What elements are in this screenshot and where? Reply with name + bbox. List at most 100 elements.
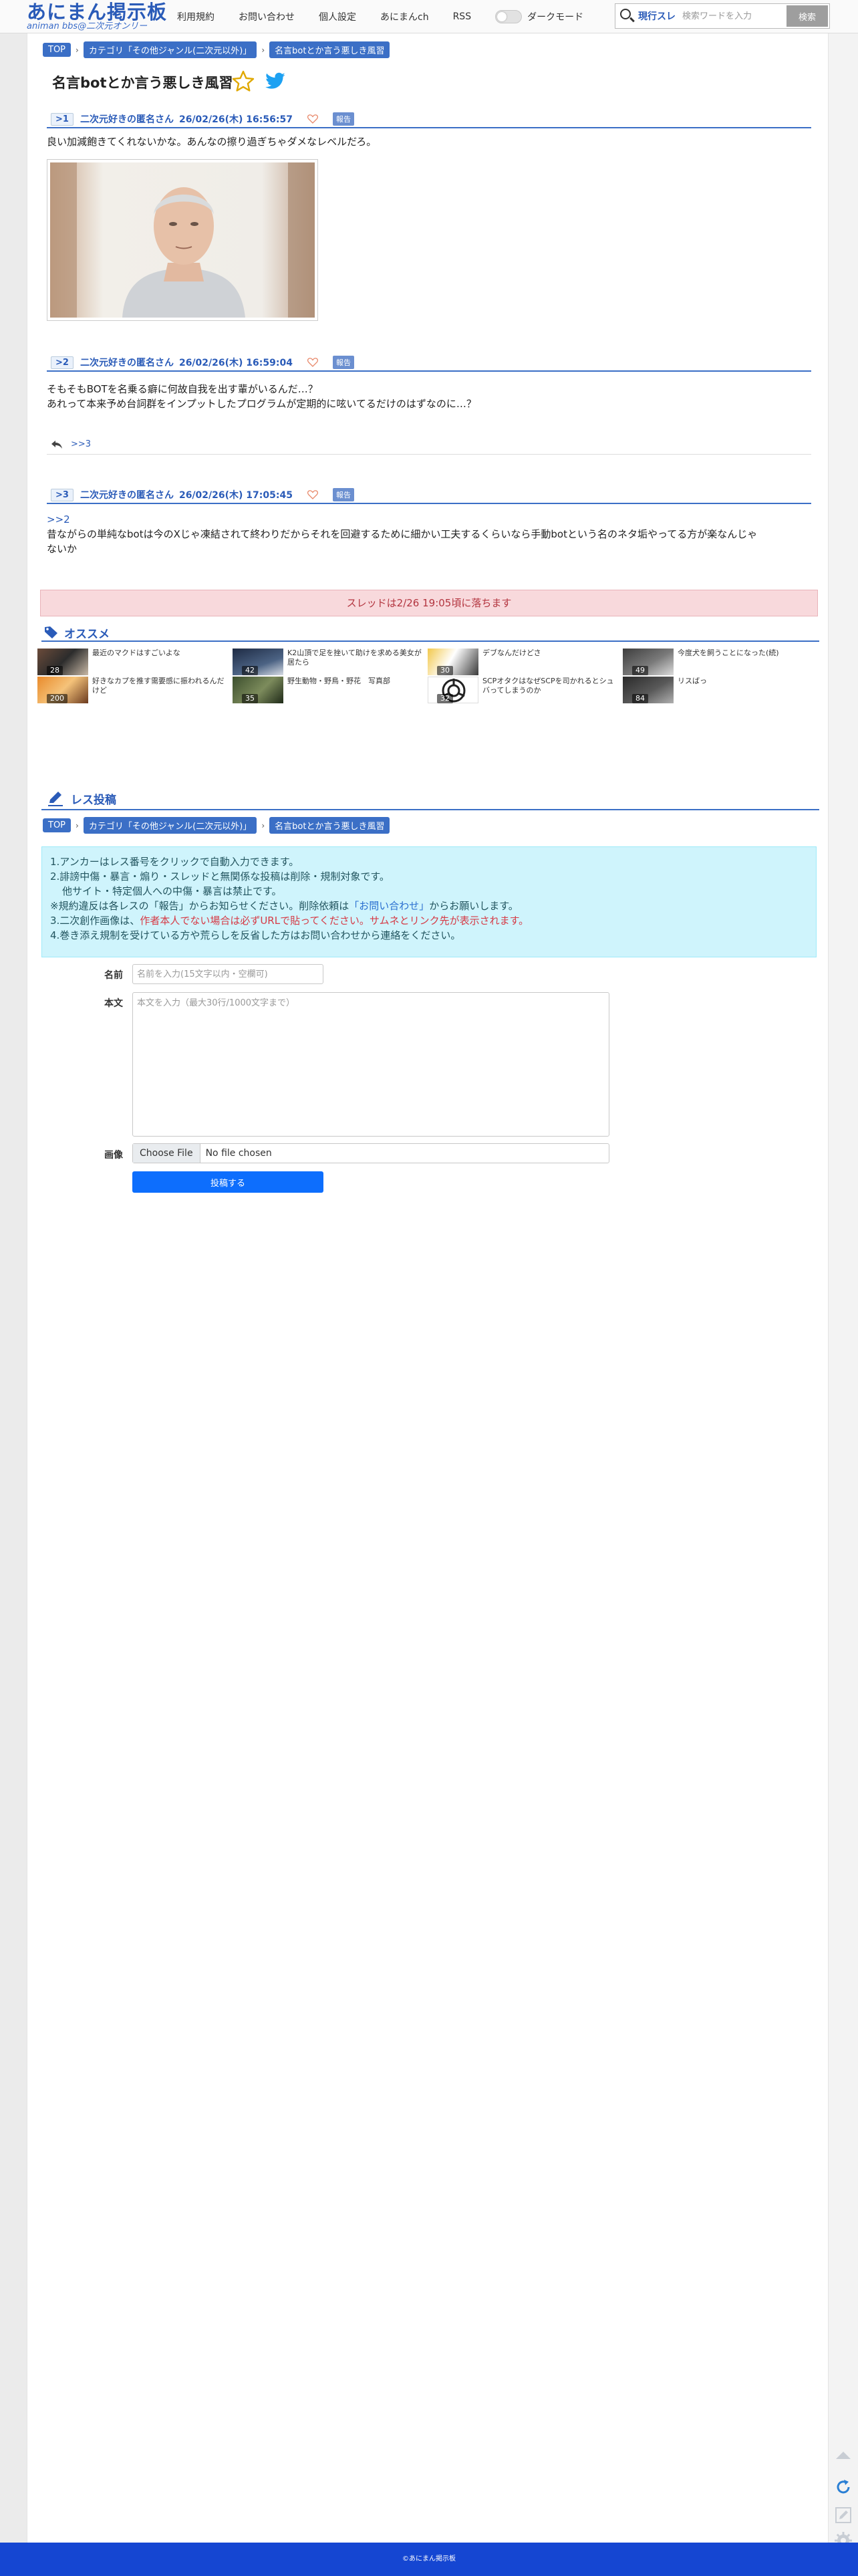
post-text-line: 昔ながらの単純なbotは今のXじゃ凍結されて終わりだからそれを回避するために細か… [47,528,758,540]
comment-count: 42 [242,666,258,675]
posting-rules: 1.アンカーはレス番号をクリックで自動入力できます。 2.誹謗中傷・暴言・煽り・… [41,846,817,957]
search-button[interactable]: 検索 [786,5,828,27]
reload-button[interactable] [830,2474,857,2500]
reply-arrow-icon [51,440,62,449]
comment-count: 32 [437,694,453,703]
rule-text: からお願いします。 [429,900,519,912]
nav-terms[interactable]: 利用規約 [177,10,214,23]
edit-icon [835,2507,851,2523]
recommend-item[interactable]: 32 SCPオタクはなぜSCPを司かれるとシュバってしまうのか [428,677,621,703]
search-input[interactable] [682,6,782,26]
recommend-title-text: 最近のマクドはすごいよな [92,649,180,657]
twitter-share-icon[interactable] [265,72,286,91]
reply-anchor-link[interactable]: >>2 [47,512,757,527]
post-number[interactable]: >3 [51,488,74,501]
rule-line: 4.巻き添え規制を受けている方や荒らしを反省した方はお問い合わせから連絡をくださ… [50,929,461,941]
report-button[interactable]: 報告 [332,112,354,126]
name-field[interactable] [132,964,323,984]
comment-count: 84 [632,694,648,703]
post-body-1: 良い加減飽きてくれないかな。あんなの擦り過ぎちゃダメなレベルだろ。 [47,134,376,149]
post-date: 26/02/26(木) 16:56:57 [178,114,293,125]
name-label: 名前 [104,970,123,981]
recommend-title-text: K2山頂で足を挫いて助けを求める美女が居たら [287,649,422,667]
post-body-2: そもそもBOTを名乗る癖に何故自我を出す輩がいるんだ…？ あれって本来予め台詞群… [47,382,476,411]
post-body-3: >>2 昔ながらの単純なbotは今のXじゃ凍結されて終わりだからそれを回避するた… [47,512,757,556]
recommend-thumbnail [623,677,674,703]
post-text-line: ないか [47,543,78,555]
rule-line: 2.誹謗中傷・暴言・煽り・スレッドと無関係な投稿は削除・規制対象です。 [50,870,390,883]
recommend-item[interactable]: 28 最近のマクドはすごいよな [37,649,231,675]
report-button[interactable]: 報告 [332,488,354,501]
body-textarea[interactable] [132,992,609,1137]
post-number[interactable]: >2 [51,356,74,369]
thread-expire-notice: スレッドは2/26 19:05頃に落ちます [40,590,818,616]
breadcrumb-category[interactable]: カテゴリ「その他ジャンル(二次元以外)」 [83,817,257,834]
logo-main-text: あにまん掲示板 [27,1,168,23]
submit-post-button[interactable]: 投稿する [132,1171,323,1193]
post-date: 26/02/26(木) 16:59:04 [178,358,293,368]
report-button[interactable]: 報告 [332,356,354,369]
toggle-knob [497,12,507,21]
recommend-title-text: SCPオタクはなぜSCPを司かれるとシュバってしまうのか [482,677,614,695]
recommend-thumbnail [623,649,674,675]
comment-count: 30 [437,666,453,675]
post-header-3: >3 二次元好きの匿名さん 26/02/26(木) 17:05:45 報告 [47,487,811,504]
heart-icon[interactable] [307,114,318,124]
contact-link[interactable]: 「お問い合わせ」 [349,900,429,912]
nav-settings[interactable]: 個人設定 [319,10,356,23]
image-file-input[interactable]: Choose File No file chosen [132,1143,609,1163]
recommend-item[interactable]: 35 野生動物・野鳥・野花 写真部 [233,677,426,703]
post-text-line: あれって本来予め台詞群をインプットしたプログラムが定期的に呟いてるだけのはずなの… [47,398,476,410]
nav-rss[interactable]: RSS [453,11,472,22]
reply-form-title: レス投稿 [71,793,116,807]
dark-mode-toggle[interactable] [495,10,523,23]
recommend-item[interactable]: 30 デブなんだけどさ [428,649,621,675]
recommend-thumbnail [428,677,478,703]
write-button[interactable] [830,2502,857,2529]
recommend-item[interactable]: 42 K2山頂で足を挫いて助けを求める美女が居たら [233,649,426,675]
reply-anchor-link[interactable]: >>3 [71,439,91,449]
scroll-top-button[interactable] [830,2442,857,2468]
chevron-up-icon [836,2452,851,2459]
recommend-item[interactable]: 84 リスばっ [623,677,817,703]
recommend-thumbnail [37,649,88,675]
poster-name: 二次元好きの匿名さん [80,358,174,368]
nav-contact[interactable]: お問い合わせ [239,10,295,23]
rule-text: 3.二次創作画像は、 [50,915,140,927]
search-scope[interactable]: 現行スレ [638,9,676,23]
favorite-star-icon[interactable] [231,70,255,94]
post-text-line: 良い加減飽きてくれないかな。あんなの擦り過ぎちゃダメなレベルだろ。 [47,136,377,148]
breadcrumb-top[interactable]: TOP [43,43,72,57]
poster-name: 二次元好きの匿名さん [80,490,174,501]
recommend-item[interactable]: 49 今度犬を飼うことになった(続) [623,649,817,675]
body-label: 本文 [104,998,123,1009]
breadcrumb-thread[interactable]: 名言botとか言う悪しき風習 [269,817,390,834]
rule-warning-text: 作者本人でない場合は必ずURLで貼ってください。サムネとリンク先が表示されます。 [140,915,529,927]
post-text-line: そもそもBOTを名乗る癖に何故自我を出す輩がいるんだ…？ [47,383,318,395]
breadcrumb-bottom: TOP › カテゴリ「その他ジャンル(二次元以外)」 › 名言botとか言う悪し… [43,817,390,834]
post-number[interactable]: >1 [51,112,74,126]
reply-form-header: レス投稿 [41,788,819,810]
comment-count: 28 [47,666,63,675]
rule-line: 1.アンカーはレス番号をクリックで自動入力できます。 [50,856,299,868]
nav-animanch[interactable]: あにまんch [380,10,429,23]
breadcrumb-thread[interactable]: 名言botとか言う悪しき風習 [269,41,390,58]
site-logo[interactable]: あにまん掲示板 animan bbs@二次元オンリー [27,1,167,32]
breadcrumb: TOP › カテゴリ「その他ジャンル(二次元以外)」 › 名言botとか言う悪し… [43,41,390,58]
heart-icon[interactable] [307,490,318,499]
image-label: 画像 [104,1150,123,1161]
recommend-thumbnail [428,649,478,675]
search-icon [615,4,638,28]
main-nav: 利用規約 お問い合わせ 個人設定 あにまんch RSS ダークモード [177,0,583,33]
logo-sub-text: animan bbs@二次元オンリー [27,21,148,31]
pencil-icon [48,792,63,806]
recommend-title-text: リスばっ [678,677,707,685]
choose-file-button[interactable]: Choose File [133,1144,200,1163]
search-box: 現行スレ 検索 [615,3,830,29]
recommend-thumbnail [233,649,283,675]
breadcrumb-category[interactable]: カテゴリ「その他ジャンル(二次元以外)」 [83,41,257,58]
post-image[interactable] [47,159,318,321]
breadcrumb-top[interactable]: TOP [43,818,72,832]
recommend-item[interactable]: 200 好きなカプを推す需要感に振われるんだけど [37,677,231,703]
heart-icon[interactable] [307,358,318,367]
